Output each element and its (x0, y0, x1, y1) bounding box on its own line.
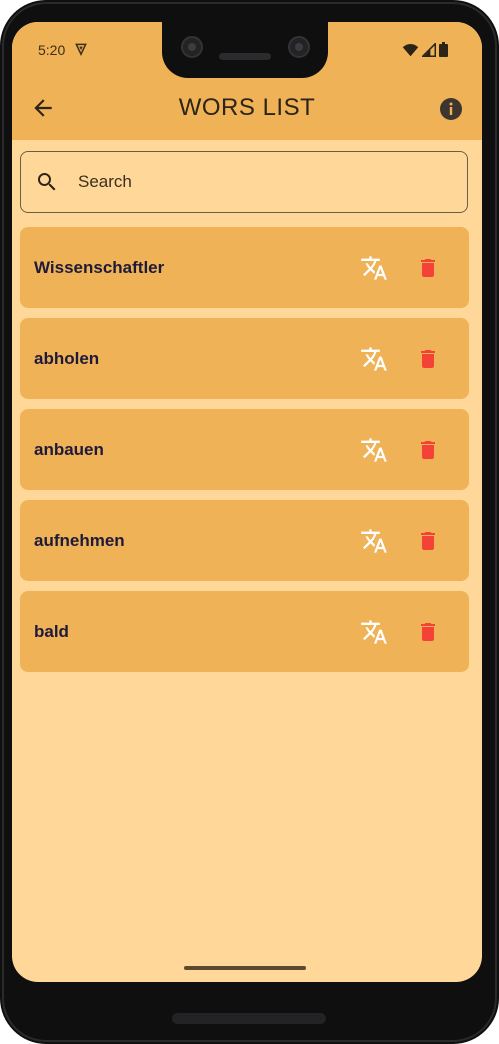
translate-button[interactable] (360, 254, 388, 282)
translate-icon (361, 620, 387, 644)
translate-button[interactable] (360, 527, 388, 555)
info-button[interactable] (439, 97, 463, 121)
translate-icon (361, 347, 387, 371)
list-item[interactable]: anbauen (20, 409, 469, 490)
word-label: anbauen (34, 440, 104, 459)
translate-button[interactable] (360, 618, 388, 646)
delete-button[interactable] (416, 528, 440, 554)
trash-icon (421, 350, 435, 368)
delete-button[interactable] (416, 346, 440, 372)
status-icons (402, 42, 448, 57)
battery-icon (439, 42, 448, 57)
delete-button[interactable] (416, 255, 440, 281)
shield-icon (74, 42, 88, 56)
trash-icon (421, 532, 435, 550)
search-input[interactable] (78, 166, 448, 198)
word-label: Wissenschaftler (34, 258, 165, 277)
front-camera-left (181, 36, 203, 58)
word-label: abholen (34, 349, 100, 368)
bottom-speaker (172, 1013, 326, 1024)
trash-icon (421, 259, 435, 277)
signal-icon (422, 42, 436, 57)
status-time: 5:20 (38, 42, 66, 58)
trash-icon (421, 441, 435, 459)
list-item[interactable]: Wissenschaftler (20, 227, 469, 308)
app-screen: 5:20 WORS LIST Search Wissenschaftler ab… (12, 22, 482, 982)
front-camera-right (288, 36, 310, 58)
list-item[interactable]: bald (20, 591, 469, 672)
page-title: WORS LIST (178, 94, 316, 121)
list-item[interactable]: abholen (20, 318, 469, 399)
wifi-icon (402, 43, 419, 57)
translate-icon (361, 438, 387, 462)
search-icon (35, 170, 59, 194)
trash-icon (421, 623, 435, 641)
word-list: Wissenschaftler abholen anbauen aufnehme… (20, 227, 469, 682)
delete-button[interactable] (416, 437, 440, 463)
list-item[interactable]: aufnehmen (20, 500, 469, 581)
home-indicator[interactable] (184, 966, 306, 970)
word-label: bald (34, 622, 69, 641)
translate-icon (361, 529, 387, 553)
translate-button[interactable] (360, 345, 388, 373)
translate-icon (361, 256, 387, 280)
translate-button[interactable] (360, 436, 388, 464)
earpiece-speaker (219, 53, 271, 60)
delete-button[interactable] (416, 619, 440, 645)
word-label: aufnehmen (34, 531, 125, 550)
info-icon (440, 98, 462, 120)
search-field[interactable] (20, 151, 468, 213)
